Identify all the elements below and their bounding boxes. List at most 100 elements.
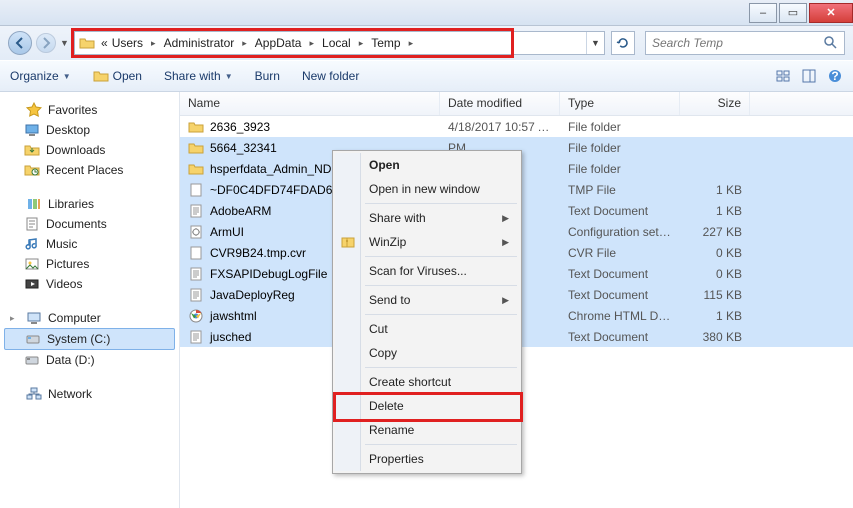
text-icon bbox=[188, 287, 204, 303]
minimize-button[interactable]: – bbox=[749, 3, 777, 23]
file-icon bbox=[188, 245, 204, 261]
sidebar-item[interactable]: Music bbox=[4, 234, 175, 254]
folder-icon bbox=[188, 140, 204, 156]
view-options-button[interactable] bbox=[775, 68, 791, 84]
sidebar-item[interactable]: Downloads bbox=[4, 140, 175, 160]
sidebar-item-label: Music bbox=[46, 237, 77, 251]
burn-button[interactable]: Burn bbox=[255, 69, 280, 83]
sidebar-item-icon bbox=[24, 352, 40, 368]
context-menu-item[interactable]: Properties bbox=[335, 447, 519, 471]
context-menu-item[interactable]: Create shortcut bbox=[335, 370, 519, 394]
maximize-button[interactable]: ▭ bbox=[779, 3, 807, 23]
col-size[interactable]: Size bbox=[680, 92, 750, 115]
col-name[interactable]: Name bbox=[180, 92, 440, 115]
col-type[interactable]: Type bbox=[560, 92, 680, 115]
sidebar-head-computer[interactable]: ▸ Computer bbox=[4, 308, 175, 328]
forward-button[interactable] bbox=[36, 33, 56, 53]
breadcrumb-item[interactable]: Temp▸ bbox=[369, 36, 419, 50]
nav-history-drop[interactable]: ▼ bbox=[60, 38, 70, 48]
sidebar-favorites-label: Favorites bbox=[48, 103, 97, 117]
expand-icon: ▸ bbox=[10, 313, 20, 324]
breadcrumb-prefix-label: « bbox=[101, 36, 108, 50]
context-menu-item[interactable]: WinZip▶ bbox=[335, 230, 519, 254]
sidebar-computer: ▸ Computer System (C:) Data (D:) bbox=[4, 308, 175, 370]
sidebar-item-icon bbox=[24, 236, 40, 252]
sidebar-item[interactable]: Recent Places bbox=[4, 160, 175, 180]
sidebar-favorites: Favorites Desktop DownloadsRecent Places bbox=[4, 100, 175, 180]
sidebar-item-label: Documents bbox=[46, 217, 107, 231]
breadcrumb-label: Administrator bbox=[164, 36, 235, 50]
chevron-down-icon: ▼ bbox=[63, 72, 71, 81]
sidebar-item[interactable]: System (C:) bbox=[4, 328, 175, 350]
file-type: Chrome HTML Do... bbox=[560, 309, 680, 323]
breadcrumb-prefix[interactable]: « bbox=[99, 36, 110, 50]
refresh-button[interactable] bbox=[611, 31, 635, 55]
breadcrumb-item[interactable]: Administrator▸ bbox=[162, 36, 253, 50]
context-menu-label: Scan for Viruses... bbox=[369, 264, 467, 278]
context-menu-item[interactable]: Rename bbox=[335, 418, 519, 442]
sidebar-item-label: Data (D:) bbox=[46, 353, 95, 367]
newfolder-button[interactable]: New folder bbox=[302, 69, 359, 83]
file-name: hsperfdata_Admin_ND bbox=[210, 162, 331, 176]
context-menu-item[interactable]: Open in new window bbox=[335, 177, 519, 201]
context-menu-label: WinZip bbox=[369, 235, 406, 249]
context-menu-item[interactable]: Copy bbox=[335, 341, 519, 365]
context-menu-item[interactable]: Scan for Viruses... bbox=[335, 259, 519, 283]
organize-menu[interactable]: Organize ▼ bbox=[10, 69, 71, 83]
sidebar-network: Network bbox=[4, 384, 175, 404]
sidebar-item[interactable]: Desktop bbox=[4, 120, 175, 140]
file-type: Text Document bbox=[560, 267, 680, 281]
star-icon bbox=[26, 102, 42, 118]
file-type: Text Document bbox=[560, 330, 680, 344]
navbar: ▼ « Users▸Administrator▸AppData▸Local▸Te… bbox=[0, 26, 853, 60]
file-name: ~DF0C4DFD74FDAD60 bbox=[210, 183, 339, 197]
breadcrumb-item[interactable]: Local▸ bbox=[320, 36, 369, 50]
file-name: FXSAPIDebugLogFile bbox=[210, 267, 327, 281]
help-button[interactable]: ? bbox=[827, 68, 843, 84]
sidebar-head-favorites[interactable]: Favorites bbox=[4, 100, 175, 120]
preview-pane-button[interactable] bbox=[801, 68, 817, 84]
address-bar[interactable]: « Users▸Administrator▸AppData▸Local▸Temp… bbox=[74, 31, 605, 55]
table-row[interactable]: 2636_39234/18/2017 10:57 AMFile folder bbox=[180, 116, 853, 137]
file-size: 1 KB bbox=[680, 204, 750, 218]
submenu-arrow-icon: ▶ bbox=[502, 295, 509, 306]
context-menu-separator bbox=[365, 203, 517, 204]
chrome-icon bbox=[188, 308, 204, 324]
col-date[interactable]: Date modified bbox=[440, 92, 560, 115]
sidebar-item[interactable]: Videos bbox=[4, 274, 175, 294]
arrow-right-icon bbox=[38, 35, 54, 51]
context-menu-item[interactable]: Send to▶ bbox=[335, 288, 519, 312]
context-menu-label: Share with bbox=[369, 211, 426, 225]
sidebar-head-libraries[interactable]: Libraries bbox=[4, 194, 175, 214]
sidebar-item[interactable]: Data (D:) bbox=[4, 350, 175, 370]
sidebar-item[interactable]: Documents bbox=[4, 214, 175, 234]
close-button[interactable]: ✕ bbox=[809, 3, 853, 23]
address-drop[interactable]: ▼ bbox=[586, 32, 604, 54]
chevron-right-icon: ▸ bbox=[305, 38, 318, 49]
sidebar-item-label: System (C:) bbox=[47, 332, 110, 346]
toolbar: Organize ▼ Open Share with ▼ Burn New fo… bbox=[0, 60, 853, 92]
sidebar-item[interactable]: Pictures bbox=[4, 254, 175, 274]
chevron-down-icon: ▼ bbox=[225, 72, 233, 81]
context-menu-item[interactable]: Delete bbox=[335, 394, 519, 418]
search-box[interactable] bbox=[645, 31, 845, 55]
breadcrumb-item[interactable]: Users▸ bbox=[110, 36, 162, 50]
file-size: 115 KB bbox=[680, 288, 750, 302]
back-button[interactable] bbox=[8, 31, 32, 55]
sidebar-computer-label: Computer bbox=[48, 311, 101, 325]
file-name: jawshtml bbox=[210, 309, 257, 323]
context-menu-item[interactable]: Open bbox=[335, 153, 519, 177]
breadcrumb-item[interactable]: AppData▸ bbox=[253, 36, 320, 50]
arrow-left-icon bbox=[12, 35, 28, 51]
context-menu-item[interactable]: Cut bbox=[335, 317, 519, 341]
share-menu[interactable]: Share with ▼ bbox=[164, 69, 233, 83]
sidebar-item-label: Desktop bbox=[46, 123, 90, 137]
context-menu-item[interactable]: Share with▶ bbox=[335, 206, 519, 230]
sidebar-item-icon bbox=[24, 162, 40, 178]
sidebar-head-network[interactable]: Network bbox=[4, 384, 175, 404]
folder-icon bbox=[188, 161, 204, 177]
open-button[interactable]: Open bbox=[93, 68, 142, 84]
context-menu-label: Copy bbox=[369, 346, 397, 360]
sidebar-libraries-label: Libraries bbox=[48, 197, 94, 211]
search-input[interactable] bbox=[652, 36, 822, 50]
